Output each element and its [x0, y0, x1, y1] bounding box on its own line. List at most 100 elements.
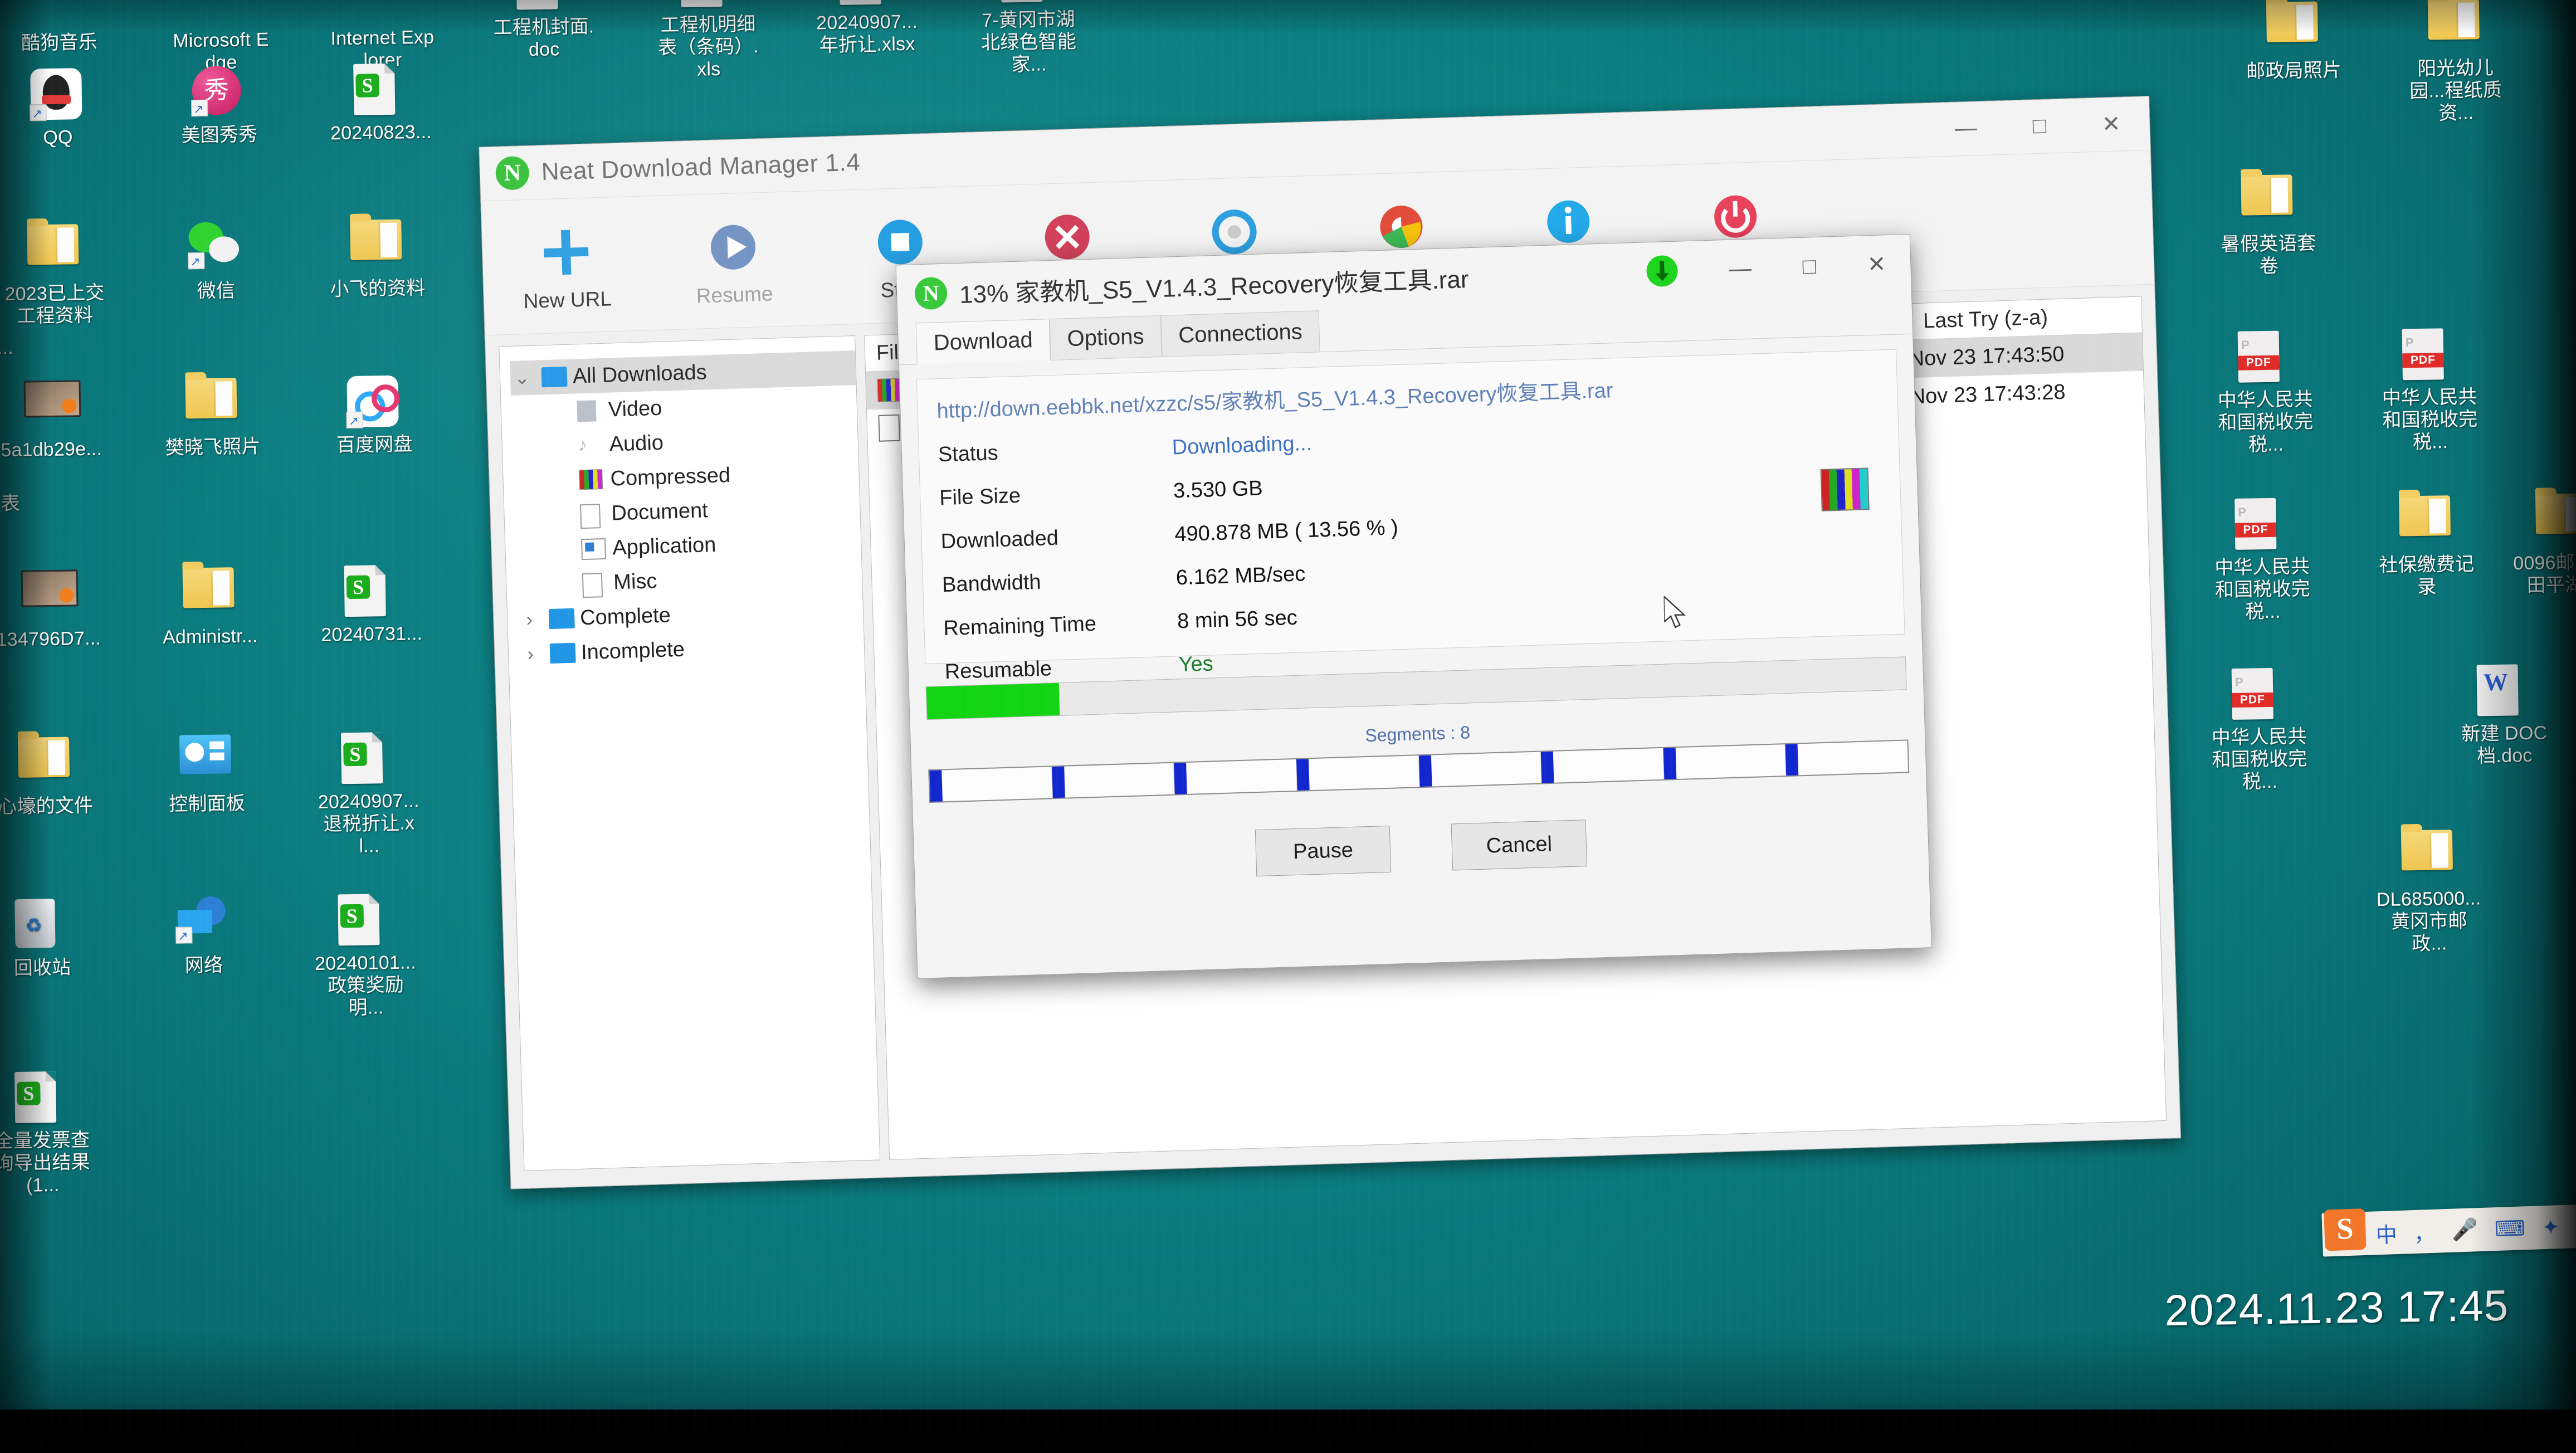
tree-expander-icon[interactable]: › — [519, 643, 543, 665]
folder-icon — [182, 567, 235, 608]
desktop-icon-label: 酷狗音乐 — [21, 31, 98, 54]
wechat-icon — [188, 222, 240, 270]
tab-download[interactable]: Download — [915, 319, 1051, 365]
dialog-button-row[interactable]: Pause Cancel — [914, 809, 1929, 887]
desktop-icon[interactable]: 暑假英语套卷 — [2214, 174, 2322, 279]
desktop-icon[interactable]: 樊晓飞照片 — [159, 377, 266, 459]
desktop-icon[interactable]: 2023已上交工程资料 — [1, 223, 108, 328]
segment-cell — [1174, 759, 1297, 794]
desktop-icon[interactable]: S 20240907...退税折让.xl... — [315, 732, 422, 858]
tab-connections[interactable]: Connections — [1160, 310, 1320, 357]
desktop-icon-label: 控制面板 — [169, 792, 246, 815]
skin-icon[interactable]: ✦ — [2541, 1215, 2560, 1240]
desktop-icon-label: QQ — [43, 126, 73, 149]
ime-punctuation-icon[interactable]: ， — [2413, 1216, 2436, 1247]
desktop-icon[interactable]: S 工程机明细表（条码）.xls — [654, 0, 762, 81]
desktop-icon[interactable]: S 全量发票查询导出结果 (1... — [0, 1071, 96, 1197]
desktop-icon[interactable]: W 新建 DOC 档.doc — [2451, 664, 2558, 768]
folder-icon — [2427, 0, 2480, 40]
document-icon — [579, 504, 604, 529]
ndm-category-tree[interactable]: ⌄ All Downloads Video ♪ Audio Compressed Docum… — [499, 335, 881, 1171]
ime-toolbar[interactable]: S 中 ， 🎤 ⌨ ✦ — [2321, 1203, 2576, 1257]
desktop-icon[interactable]: 邮政局照片 — [2240, 1, 2347, 83]
desktop-icon[interactable]: S 20240907...年折让.xlsx — [813, 0, 920, 57]
sogou-logo-icon[interactable]: S — [2324, 1208, 2367, 1251]
dialog-close-icon[interactable]: ✕ — [1867, 251, 1886, 277]
last-try-value: Nov 23 17:43:50 — [1909, 342, 2065, 370]
desktop-icon-label: 7-黄冈市湖北绿色智能家... — [980, 8, 1077, 76]
desktop-icon[interactable]: 百度网盘 — [320, 375, 427, 457]
desktop-icon[interactable]: S 工程机封面.doc — [490, 0, 597, 61]
ime-mode-label[interactable]: 中 — [2375, 1217, 2398, 1249]
toolbar-button-resume[interactable]: Resume — [648, 212, 818, 309]
toolbar-button-new-url[interactable]: New URL — [481, 217, 651, 314]
desktop-icon[interactable]: 0096邮政罗田平湖... — [2509, 493, 2576, 597]
desktop-icon[interactable]: S 20240101...政策奖励明... — [311, 893, 419, 1020]
pause-button[interactable]: Pause — [1255, 825, 1392, 877]
desktop-icon[interactable]: ♻ 回收站 — [0, 898, 95, 980]
ndm-close-icon[interactable]: ✕ — [2101, 111, 2121, 138]
desktop-icon-label: 工程机明细表（条码）.xls — [658, 13, 759, 80]
desktop-icon[interactable]: t... — [0, 336, 56, 360]
desktop-icon[interactable]: P PDF 中华人民共和国税收完税... — [2376, 328, 2484, 454]
desktop-icon-label: 美图秀秀 — [181, 124, 258, 147]
desktop-icon[interactable]: 控制面板 — [153, 734, 260, 816]
wps-spreadsheet-icon: S — [516, 0, 558, 10]
desktop-icon[interactable]: 134796D7... — [0, 569, 102, 651]
microphone-icon[interactable]: 🎤 — [2451, 1217, 2479, 1243]
desktop-icon[interactable]: 5a1db29e... — [0, 380, 105, 462]
wps-spreadsheet-icon: S — [14, 1071, 57, 1124]
tree-expander-icon[interactable] — [548, 480, 572, 481]
folder-icon — [2401, 830, 2453, 871]
desktop-icon[interactable]: 心壕的文件 — [0, 737, 99, 818]
desktop-icon[interactable]: P PDF 中华人民共和国税收完税... — [2208, 498, 2316, 624]
tree-expander-icon[interactable]: › — [518, 608, 541, 631]
desktop-icon[interactable]: P PDF 中华人民共和国税收完税... — [2212, 330, 2319, 457]
field-value: 6.162 MB/sec — [1175, 562, 1306, 590]
tree-expander-icon[interactable]: ⌄ — [510, 367, 534, 389]
desktop-icon[interactable]: QQ — [4, 67, 111, 149]
dialog-minimize-icon[interactable]: — — [1729, 256, 1752, 281]
desktop-icon[interactable]: Administr... — [156, 567, 263, 649]
desktop-icon[interactable]: 表 — [0, 492, 64, 516]
field-value: 3.530 GB — [1173, 476, 1263, 503]
cancel-button[interactable]: Cancel — [1451, 820, 1588, 871]
recycle-bin-icon: ♻ — [14, 898, 56, 949]
desktop-icon[interactable]: 社保缴费记录 — [2373, 495, 2480, 599]
keyboard-icon[interactable]: ⌨ — [2494, 1216, 2525, 1242]
desktop-icon[interactable]: S 20240731... — [318, 564, 425, 646]
tree-expander-icon[interactable] — [550, 549, 573, 550]
ndm-minimize-icon[interactable]: — — [1954, 115, 1977, 142]
segment-cell — [1296, 755, 1420, 791]
desktop-icon[interactable]: Internet Explorer — [329, 0, 436, 72]
download-details-dialog[interactable]: N 13% 家教机_S5_V1.4.3_Recovery恢复工具.rar — □… — [895, 233, 1932, 979]
download-info-panel: http://down.eebbk.net/xzzc/s5/家教机_S5_V1.… — [916, 349, 1905, 684]
tab-options[interactable]: Options — [1049, 315, 1162, 360]
desktop-icon[interactable]: Microsoft Edge — [167, 0, 275, 75]
segment-cell — [1663, 744, 1787, 779]
video-file-icon — [23, 380, 81, 418]
desktop-icon[interactable]: 小飞的资料 — [324, 219, 431, 301]
desktop-icon[interactable]: DL685000...黄冈市邮政... — [2375, 829, 2482, 955]
desktop-icon[interactable]: S 20240823... — [327, 63, 434, 145]
desktop-icon[interactable]: 秀美图秀秀 — [165, 65, 272, 147]
desktop-icon[interactable]: 阳光幼儿园...程纸质资... — [2402, 0, 2509, 125]
download-arrow-icon[interactable] — [1646, 255, 1679, 287]
tree-item-label: All Downloads — [572, 360, 708, 388]
ndm-window-controls[interactable]: — □ ✕ — [1954, 110, 2150, 142]
download-url[interactable]: http://down.eebbk.net/xzzc/s5/家教机_S5_V1.… — [936, 365, 1879, 425]
desktop-icon[interactable]: 微信 — [162, 221, 269, 303]
wps-spreadsheet-icon: S — [344, 565, 386, 617]
desktop-icon[interactable]: 网络 — [150, 896, 257, 978]
desktop-icon[interactable]: P PDF 中华人民共和国税收完税... — [2206, 667, 2313, 794]
dialog-window-controls[interactable]: — □ ✕ — [1646, 248, 1911, 287]
folder-blue-icon — [549, 642, 576, 664]
folder-icon — [27, 224, 79, 265]
desktop-icon-label: 中华人民共和国税收完税... — [2382, 386, 2478, 454]
mouse-cursor — [1663, 596, 1686, 628]
tree-expander-icon[interactable] — [546, 411, 569, 412]
ndm-maximize-icon[interactable]: □ — [2032, 114, 2047, 140]
dialog-maximize-icon[interactable]: □ — [1802, 254, 1817, 280]
desktop-icon[interactable]: 酷狗音乐 — [6, 0, 113, 55]
desktop-icon[interactable]: S 7-黄冈市湖北绿色智能家... — [974, 0, 1082, 76]
